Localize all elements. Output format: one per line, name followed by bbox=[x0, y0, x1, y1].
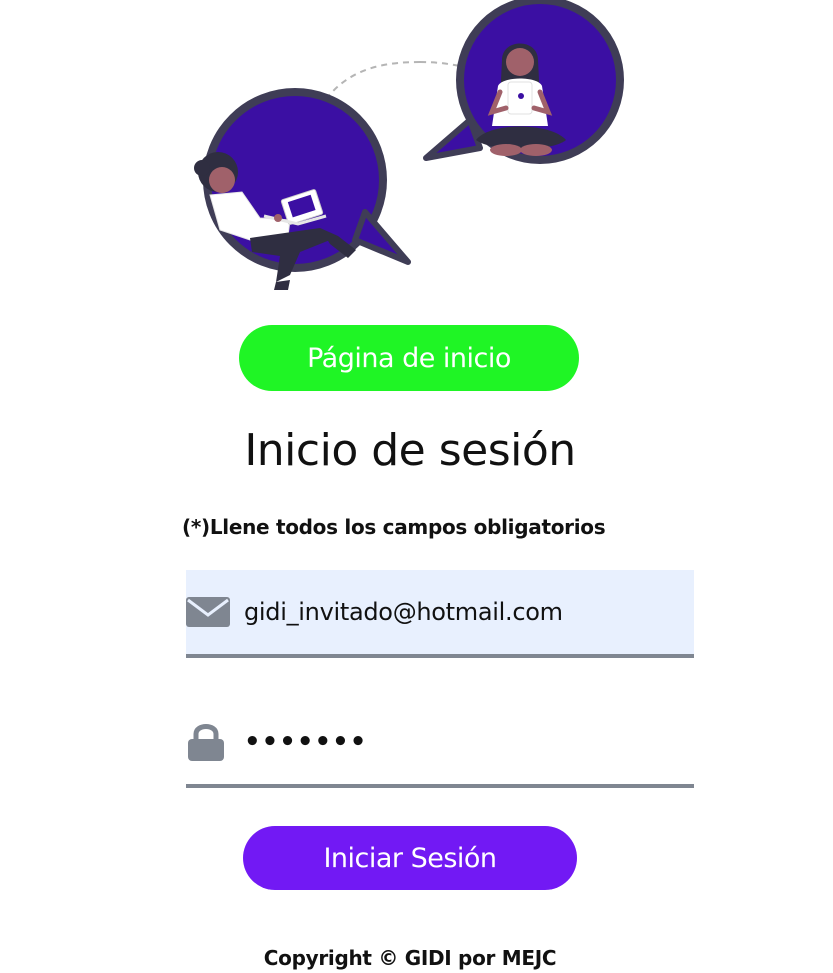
lock-icon bbox=[186, 722, 232, 762]
password-input[interactable] bbox=[232, 722, 684, 762]
email-input[interactable] bbox=[232, 592, 684, 632]
home-page-button[interactable]: Página de inicio bbox=[239, 325, 579, 391]
login-button[interactable]: Iniciar Sesión bbox=[243, 826, 577, 890]
chat-illustration bbox=[194, 0, 624, 290]
login-page: Página de inicio Inicio de sesión (*)Lle… bbox=[0, 0, 833, 973]
envelope-icon bbox=[186, 592, 232, 632]
password-field-container bbox=[186, 700, 694, 788]
copyright-text: Copyright © GIDI por MEJC bbox=[263, 946, 557, 970]
email-field-container bbox=[186, 570, 694, 658]
required-fields-note: (*)Llene todos los campos obligatorios bbox=[182, 515, 606, 539]
page-title: Inicio de sesión bbox=[244, 425, 576, 476]
